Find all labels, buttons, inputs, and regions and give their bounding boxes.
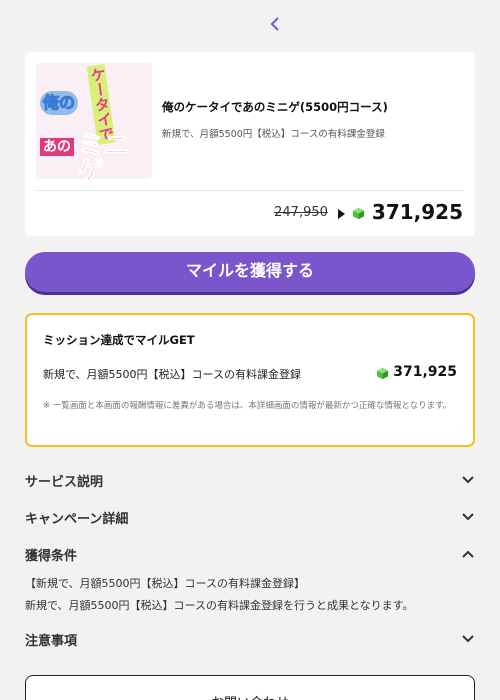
old-price: 247,950 [274,204,328,220]
section-conditions[interactable]: 獲得条件 [25,542,475,566]
section-notes[interactable]: 注意事項 [25,627,475,651]
card-divider [36,190,464,191]
chevron-left-icon [270,17,279,31]
contact-button[interactable]: お問い合わせ [25,675,475,700]
thumbnail-word-1: 俺の [40,91,79,115]
price-row: 247,950 371,925 [274,198,463,226]
back-button[interactable] [266,14,284,34]
chevron-down-icon [462,635,474,643]
thumbnail-word-3: あの [40,138,74,156]
offer-title: 俺のケータイであのミニゲ(5500円コース) [162,100,388,114]
arrow-right-icon [337,208,345,219]
mission-title: ミッション達成でマイルGET [43,333,195,347]
thumbnail-word-4: ミニゲ [78,131,131,180]
offer-subtitle: 新規で、月額5500円【税込】コースの有料課金登録 [162,129,385,140]
chevron-down-icon [462,476,474,484]
mission-reward-amount: 371,925 [393,364,457,380]
chevron-up-icon [462,550,474,558]
mission-description: 新規で、月額5500円【税込】コースの有料課金登録 [43,368,302,381]
get-miles-button[interactable]: マイルを獲得する [25,252,475,292]
section-conditions-label: 獲得条件 [25,548,78,564]
mission-reward: 371,925 [376,364,457,380]
offer-thumbnail: 俺の ケータイで あの ミニゲ [36,63,152,179]
section-service[interactable]: サービス説明 [25,468,475,492]
new-price: 371,925 [371,200,463,224]
offer-card: 俺の ケータイで あの ミニゲ 俺のケータイであのミニゲ(5500円コース) 新… [25,52,475,236]
section-notes-label: 注意事項 [25,633,78,649]
chevron-down-icon [462,513,474,521]
conditions-line-1: 【新規で、月額5500円【税込】コースの有料課金登録】 [25,577,306,590]
section-campaign-label: キャンペーン詳細 [25,511,129,527]
mission-box: ミッション達成でマイルGET 新規で、月額5500円【税込】コースの有料課金登録… [25,313,475,447]
mile-gem-icon [352,207,364,220]
section-service-label: サービス説明 [25,474,104,490]
mission-note: ※ 一覧画面と本画面の報酬情報に差異がある場合は、本詳細画面の情報が最新かつ正確… [43,401,452,411]
conditions-line-2: 新規で、月額5500円【税込】コースの有料課金登録を行うと成果となります。 [25,599,414,612]
section-campaign[interactable]: キャンペーン詳細 [25,505,475,529]
mile-gem-icon [377,367,389,380]
